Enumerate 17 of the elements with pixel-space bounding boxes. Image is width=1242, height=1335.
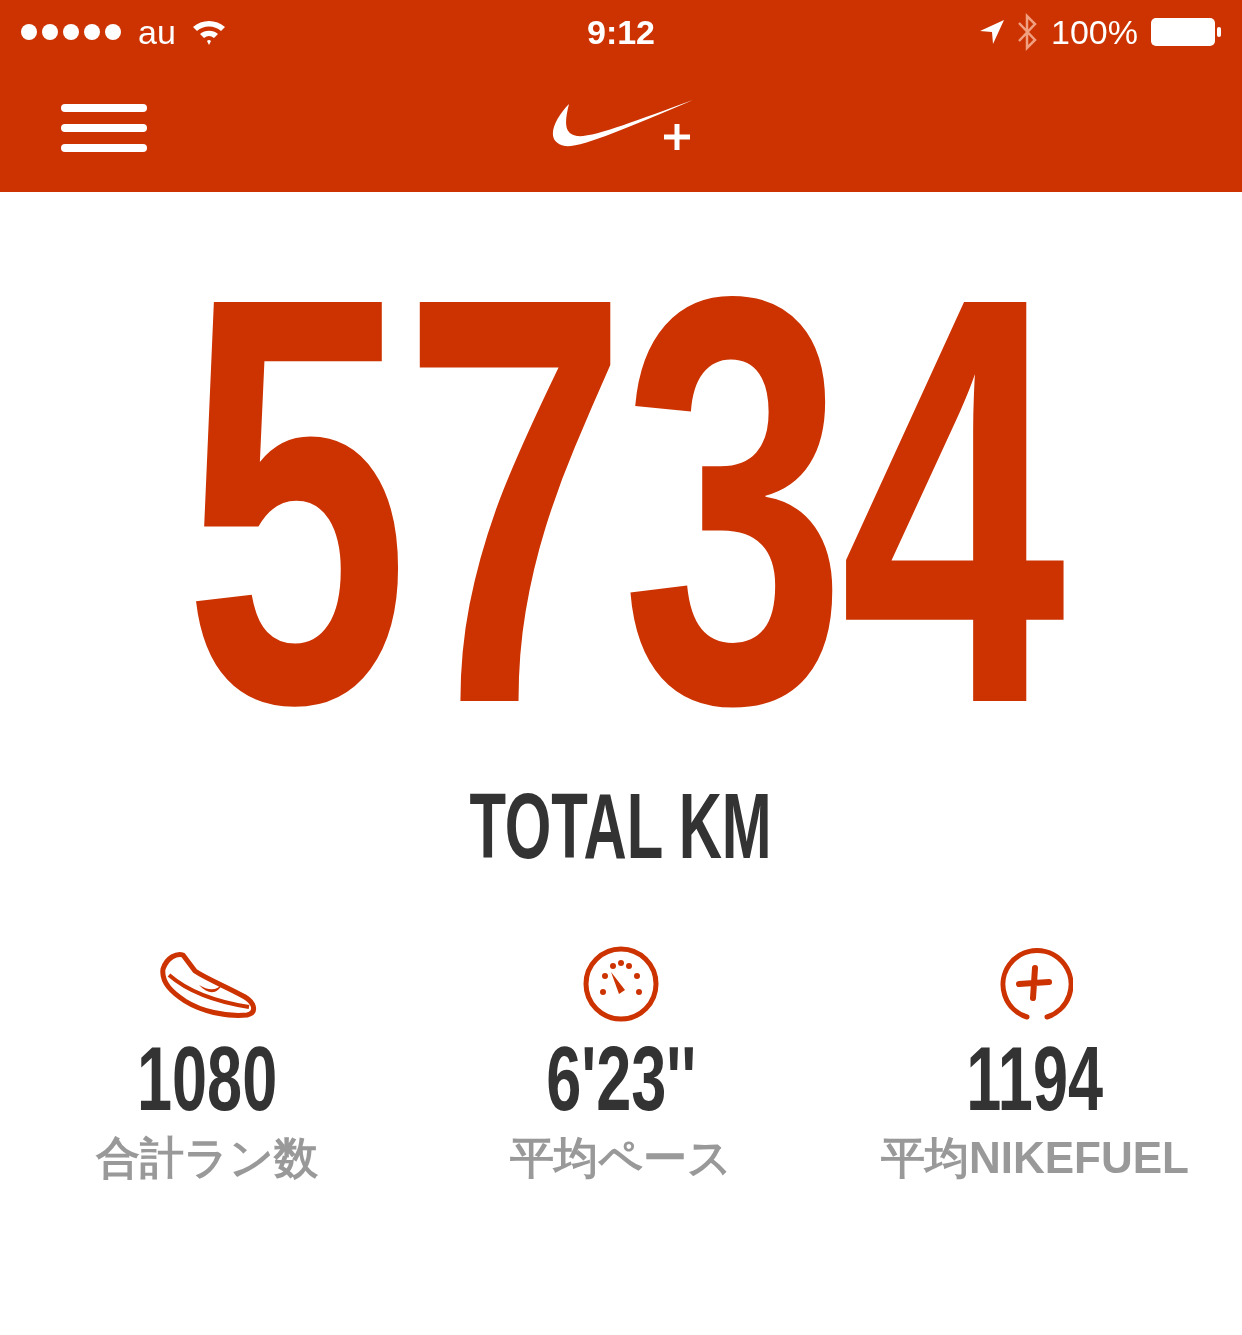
stat-label: 平均NIKEFUEL <box>881 1136 1189 1180</box>
battery-percent: 100% <box>1051 11 1138 53</box>
menu-icon[interactable] <box>60 104 148 152</box>
battery-icon <box>1150 17 1222 47</box>
status-time: 9:12 <box>586 11 656 53</box>
signal-icon <box>20 23 122 41</box>
plus-circle-icon <box>997 946 1073 1022</box>
total-label: TOTAL KM <box>469 780 773 872</box>
stat-value: 1080 <box>136 1034 278 1124</box>
stat-label: 平均ペース <box>510 1136 732 1180</box>
carrier-name: au <box>138 11 176 53</box>
speedometer-icon <box>581 944 661 1024</box>
stat-value: 1194 <box>966 1034 1104 1124</box>
wifi-icon <box>191 18 226 46</box>
stat-label: 合計ラン数 <box>96 1136 318 1180</box>
location-arrow-icon <box>979 19 1006 45</box>
stat-value: 6'23'' <box>545 1034 697 1124</box>
